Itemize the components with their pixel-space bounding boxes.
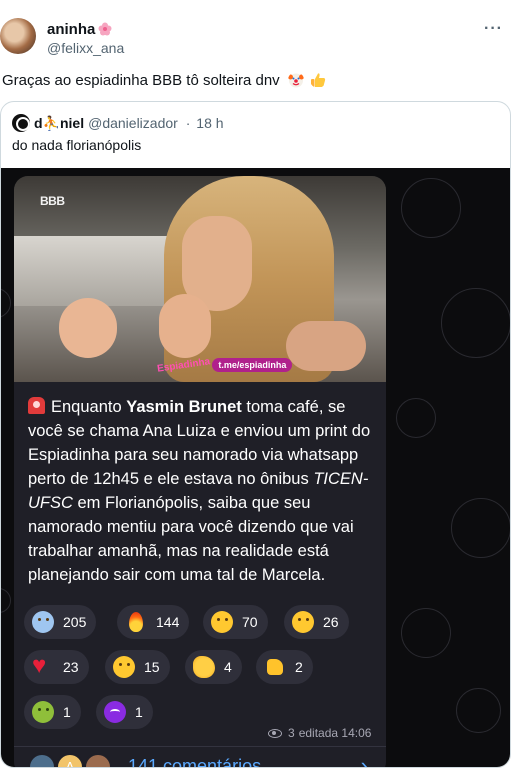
quoted-tweet[interactable]: d⛹niel @danielizador · 18 h do nada flori…	[0, 101, 511, 768]
quoted-tweet-media[interactable]: BBB Espiadinha t.me/espiadinha Enquanto …	[1, 168, 510, 767]
comments-bar[interactable]: A 141 comentários ›	[14, 746, 386, 767]
background-doodle	[401, 608, 451, 658]
background-doodle	[396, 398, 436, 438]
commenter-avatar: A	[56, 753, 84, 767]
background-doodle	[456, 688, 501, 733]
chevron-right-icon[interactable]: ›	[361, 753, 368, 767]
author-handle[interactable]: @felixx_ana	[47, 40, 124, 56]
clown-face-icon	[287, 73, 304, 88]
siren-icon	[28, 397, 45, 414]
reaction-devil[interactable]: 1	[96, 695, 153, 729]
reaction-thinking[interactable]: 15	[105, 650, 170, 684]
message-text: Enquanto Yasmin Brunet toma café, se voc…	[28, 397, 371, 584]
photo-hand	[286, 321, 366, 371]
background-doodle	[401, 178, 461, 238]
thinking-face-icon	[113, 656, 135, 678]
reaction-scream[interactable]: 205	[24, 605, 97, 639]
view-count: 3	[288, 726, 295, 740]
quoted-author-avatar[interactable]	[12, 114, 30, 132]
reaction-thumbs-up[interactable]: 2	[256, 650, 313, 684]
message-photo[interactable]: BBB Espiadinha t.me/espiadinha	[14, 176, 386, 382]
bbb-logo: BBB	[40, 194, 65, 208]
comments-link[interactable]: 141 comentários	[128, 756, 261, 767]
reaction-grin[interactable]: 26	[284, 605, 349, 639]
reaction-clap[interactable]: 4	[185, 650, 242, 684]
thumbs-up-icon	[311, 73, 326, 87]
watermark-link: t.me/espiadinha	[212, 358, 293, 372]
reaction-heart[interactable]: 23	[24, 650, 89, 684]
telegram-message-card: BBB Espiadinha t.me/espiadinha Enquanto …	[14, 176, 386, 767]
author-avatar[interactable]	[0, 18, 36, 54]
quoted-author-handle[interactable]: @danielizador	[88, 115, 178, 131]
smiling-devil-icon	[104, 701, 126, 723]
reaction-fire[interactable]: 144	[117, 605, 190, 639]
red-heart-icon	[32, 652, 54, 680]
thumbs-up-icon	[264, 656, 286, 678]
espiadinha-watermark: Espiadinha t.me/espiadinha	[156, 355, 293, 375]
commenter-avatar	[84, 753, 112, 767]
photo-hand	[59, 298, 117, 358]
reaction-nauseated[interactable]: 1	[24, 695, 81, 729]
scream-face-icon	[32, 611, 54, 633]
more-options-icon[interactable]: ···	[484, 20, 503, 38]
grinning-face-icon	[292, 611, 314, 633]
photo-background-wall	[14, 236, 174, 306]
background-doodle	[1, 288, 11, 318]
photo-hand	[159, 294, 211, 358]
tweet-text: Graças ao espiadinha BBB tô solteira dnv	[2, 72, 326, 89]
message-meta: 3 editada 14:06	[268, 726, 371, 740]
eye-icon	[268, 728, 282, 738]
quoted-author-name[interactable]: d⛹niel	[34, 115, 84, 131]
rofl-face-icon	[211, 611, 233, 633]
watermark-brand: Espiadinha	[156, 355, 211, 375]
author-display-name[interactable]: aninha	[47, 21, 112, 38]
quoted-tweet-text: do nada florianópolis	[12, 137, 142, 153]
background-doodle	[441, 288, 510, 358]
background-doodle	[451, 498, 510, 558]
background-doodle	[1, 588, 11, 613]
quoted-tweet-header: d⛹niel @danielizador · 18 h	[12, 114, 224, 132]
separator-dot: ·	[185, 115, 191, 131]
fire-icon	[125, 611, 147, 633]
tweet-header: aninha @felixx_ana ···	[0, 0, 511, 62]
commenter-avatar	[28, 753, 56, 767]
nauseated-face-icon	[32, 701, 54, 723]
quoted-tweet-time[interactable]: 18 h	[196, 115, 223, 131]
edited-time: editada 14:06	[298, 726, 372, 740]
flower-icon	[98, 22, 112, 36]
clapping-hands-icon	[193, 656, 215, 678]
reaction-rofl[interactable]: 70	[203, 605, 268, 639]
